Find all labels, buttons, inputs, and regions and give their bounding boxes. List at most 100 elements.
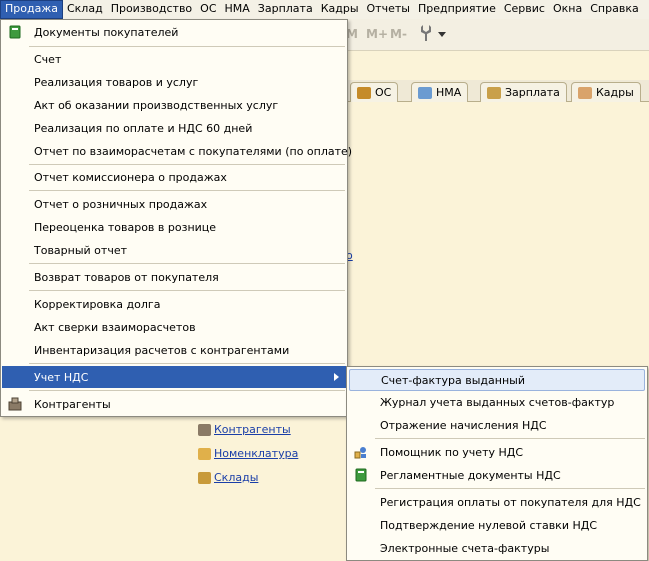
menubar: Продажа Склад Производство ОС НМА Зарпла… <box>0 0 649 19</box>
menu-item-reconciliation-act[interactable]: Акт сверки взаиморасчетов <box>2 316 346 338</box>
menu-item-label: Отчет о розничных продажах <box>34 197 208 211</box>
menu-separator <box>29 263 345 264</box>
menu-item-label: Акт об оказании производственных услуг <box>34 98 279 112</box>
menu-item-label: Учет НДС <box>34 370 89 384</box>
menu-item-label: Электронные счета-фактуры <box>380 541 550 555</box>
link-label[interactable]: Номенклатура <box>214 447 298 460</box>
link-label[interactable]: Склады <box>214 471 258 484</box>
book-icon <box>354 468 368 482</box>
menu-item-customer-return[interactable]: Возврат товаров от покупателя <box>2 266 346 288</box>
tab-salary[interactable]: Зарплата <box>480 82 567 102</box>
warehouse-icon <box>198 471 211 484</box>
menu-item-label: Корректировка долга <box>34 297 161 311</box>
menu-personnel[interactable]: Кадры <box>317 0 363 19</box>
menu-item-zero-rate-confirmation[interactable]: Подтверждение нулевой ставки НДС <box>348 514 646 536</box>
chevron-down-icon[interactable] <box>438 32 446 37</box>
menu-item-label: Журнал учета выданных счетов-фактур <box>380 395 615 409</box>
contragents-icon <box>198 423 211 436</box>
menu-item-label: Инвентаризация расчетов с контрагентами <box>34 343 290 357</box>
menu-item-retail-revaluation[interactable]: Переоценка товаров в рознице <box>2 216 346 238</box>
menu-item-label: Регламентные документы НДС <box>380 468 561 482</box>
menu-item-contragents[interactable]: Контрагенты <box>2 393 346 415</box>
menu-item-sales-by-payment[interactable]: Реализация по оплате и НДС 60 дней <box>2 117 346 139</box>
wrench-icon[interactable] <box>419 24 433 46</box>
truck-icon <box>357 86 371 99</box>
menu-separator <box>29 290 345 291</box>
menu-separator <box>29 164 345 165</box>
menu-salary[interactable]: Зарплата <box>254 0 317 19</box>
menu-item-label: Документы покупателей <box>34 25 179 39</box>
menu-warehouse[interactable]: Склад <box>63 0 107 19</box>
tab-label: Зарплата <box>505 86 560 99</box>
vat-submenu: Счет-фактура выданный Журнал учета выдан… <box>346 366 648 561</box>
menu-item-production-services-act[interactable]: Акт об оказании производственных услуг <box>2 94 346 116</box>
menu-item-vat-accounting[interactable]: Учет НДС <box>2 366 347 388</box>
tab-intangibles[interactable]: НМА <box>411 82 469 102</box>
menu-production[interactable]: Производство <box>107 0 196 19</box>
menu-item-invoice-journal[interactable]: Журнал учета выданных счетов-фактур <box>348 391 646 413</box>
menu-separator <box>29 190 345 191</box>
menu-item-label: Счет-фактура выданный <box>381 373 525 387</box>
link-warehouses[interactable]: Склады <box>198 471 258 484</box>
menu-separator <box>29 46 345 47</box>
menu-item-label: Счет <box>34 52 62 66</box>
document-icon <box>418 86 432 99</box>
menu-item-vat-assistant[interactable]: Помощник по учету НДС <box>348 441 646 463</box>
menu-item-debt-adjustment[interactable]: Корректировка долга <box>2 293 346 315</box>
menu-sales[interactable]: Продажа <box>0 0 63 19</box>
menu-item-vat-regulatory-docs[interactable]: Регламентные документы НДС <box>348 464 646 486</box>
memory-minus-button[interactable]: M- <box>390 27 407 41</box>
menu-item-issued-invoice[interactable]: Счет-фактура выданный <box>349 369 645 391</box>
menu-item-sales-goods-services[interactable]: Реализация товаров и услуг <box>2 71 346 93</box>
menu-separator <box>375 438 645 439</box>
menu-item-label: Переоценка товаров в рознице <box>34 220 217 234</box>
menu-item-label: Товарный отчет <box>34 243 127 257</box>
menu-enterprise[interactable]: Предприятие <box>414 0 500 19</box>
assistant-icon <box>354 445 368 459</box>
menu-item-vat-accrual[interactable]: Отражение начисления НДС <box>348 414 646 436</box>
menu-separator <box>29 363 345 364</box>
menu-item-commission-report[interactable]: Отчет комиссионера о продажах <box>2 166 346 188</box>
book-icon <box>8 25 22 39</box>
menu-help[interactable]: Справка <box>586 0 642 19</box>
tab-fixed-assets[interactable]: ОС <box>350 82 399 102</box>
tab-label: Кадры <box>596 86 634 99</box>
menu-service[interactable]: Сервис <box>500 0 549 19</box>
chevron-right-icon <box>334 373 339 381</box>
menu-item-label: Отчет комиссионера о продажах <box>34 170 227 184</box>
link-contragents[interactable]: Контрагенты <box>198 423 291 436</box>
nomenclature-icon <box>198 447 211 460</box>
menu-item-label: Акт сверки взаиморасчетов <box>34 320 196 334</box>
money-bag-icon <box>487 86 501 99</box>
people-icon <box>578 86 592 99</box>
menu-item-label: Регистрация оплаты от покупателя для НДС <box>380 495 641 509</box>
contragents-icon <box>8 397 22 411</box>
menu-item-label: Контрагенты <box>34 397 111 411</box>
menu-item-retail-report[interactable]: Отчет о розничных продажах <box>2 193 346 215</box>
menu-fixed-assets[interactable]: ОС <box>196 0 220 19</box>
menu-item-customer-documents[interactable]: Документы покупателей <box>2 21 346 43</box>
menu-separator <box>29 390 345 391</box>
menu-intangibles[interactable]: НМА <box>221 0 254 19</box>
menu-item-electronic-invoices[interactable]: Электронные счета-фактуры <box>348 537 646 559</box>
menu-item-goods-report[interactable]: Товарный отчет <box>2 239 346 261</box>
link-nomenclature[interactable]: Номенклатура <box>198 447 298 460</box>
tab-label: ОС <box>375 86 392 99</box>
link-label[interactable]: Контрагенты <box>214 423 291 436</box>
menu-item-payment-registration[interactable]: Регистрация оплаты от покупателя для НДС <box>348 491 646 513</box>
menu-separator <box>375 488 645 489</box>
menu-item-label: Отражение начисления НДС <box>380 418 547 432</box>
menu-item-label: Возврат товаров от покупателя <box>34 270 219 284</box>
menu-item-label: Подтверждение нулевой ставки НДС <box>380 518 598 532</box>
menu-item-settlement-report[interactable]: Отчет по взаиморасчетам с покупателями (… <box>2 140 352 162</box>
sales-menu: Документы покупателей Счет Реализация то… <box>0 19 352 417</box>
tab-label: НМА <box>436 86 462 99</box>
menu-item-label: Помощник по учету НДС <box>380 445 524 459</box>
menu-windows[interactable]: Окна <box>549 0 586 19</box>
menu-item-label: Реализация товаров и услуг <box>34 75 199 89</box>
tab-personnel[interactable]: Кадры <box>571 82 641 102</box>
menu-reports[interactable]: Отчеты <box>363 0 414 19</box>
menu-item-invoice[interactable]: Счет <box>2 48 346 70</box>
menu-item-settlement-inventory[interactable]: Инвентаризация расчетов с контрагентами <box>2 339 346 361</box>
memory-plus-button[interactable]: M+ <box>366 27 388 41</box>
